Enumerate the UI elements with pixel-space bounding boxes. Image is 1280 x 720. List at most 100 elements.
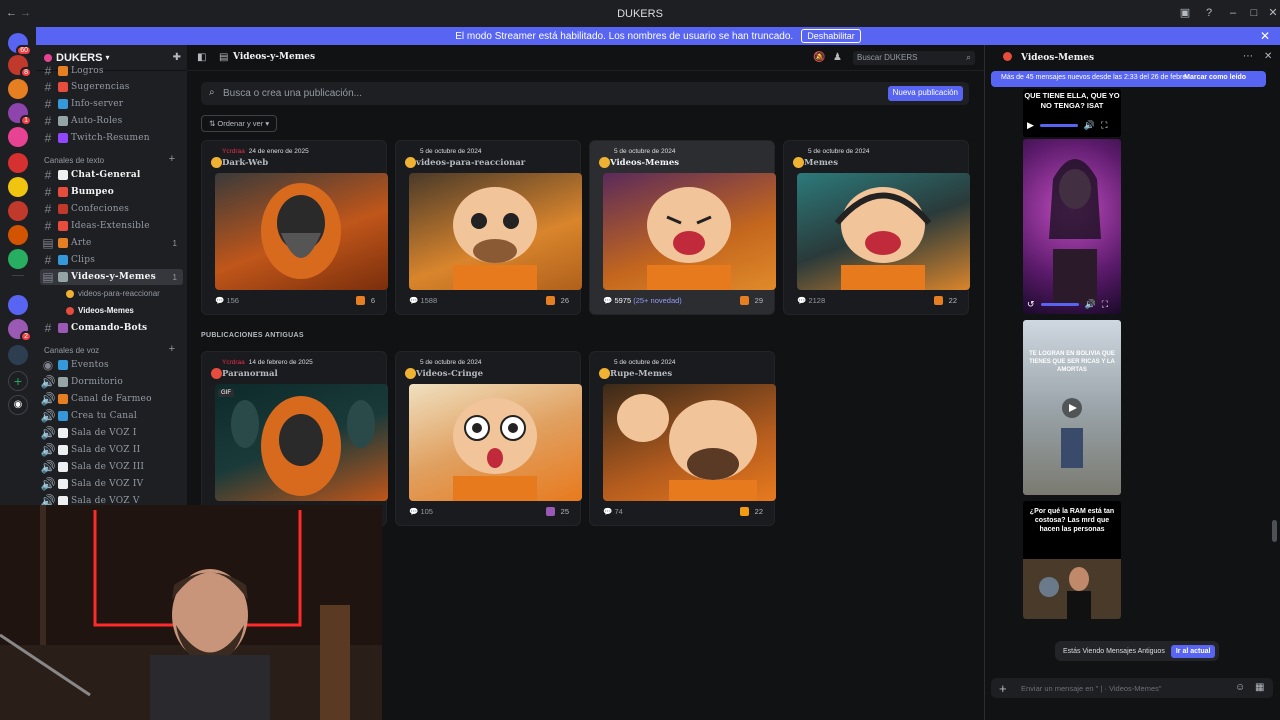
post-thumbnail[interactable] bbox=[409, 384, 582, 501]
maximize-button[interactable]: □ bbox=[1247, 6, 1261, 20]
notification-bell-icon[interactable]: 🔕 bbox=[813, 52, 825, 63]
server-icon[interactable] bbox=[8, 295, 28, 315]
forum-post-card[interactable]: 5 de octubre de 2024 Videos-Cringe 💬 105… bbox=[395, 351, 582, 526]
channel-chat-general[interactable]: # Chat-General bbox=[40, 167, 183, 183]
post-reactions[interactable]: 22 bbox=[933, 296, 957, 305]
replay-icon[interactable]: ↺ bbox=[1027, 299, 1035, 310]
add-server-icon[interactable]: + bbox=[8, 371, 28, 391]
voice-channel[interactable]: 🔊 Dormitorio bbox=[40, 374, 183, 390]
post-thumbnail[interactable] bbox=[215, 173, 388, 290]
add-channel-icon[interactable]: + bbox=[169, 153, 175, 165]
channel-clips[interactable]: # Clips bbox=[40, 252, 183, 268]
post-reactions[interactable]: 29 bbox=[739, 296, 763, 305]
back-arrow-icon[interactable]: ← bbox=[6, 7, 17, 19]
add-friend-icon[interactable]: ✚ bbox=[173, 52, 181, 63]
post-thumbnail[interactable]: GIF bbox=[215, 384, 388, 501]
server-icon[interactable]: 2 bbox=[8, 319, 32, 342]
more-options-icon[interactable]: ⋯ bbox=[1243, 51, 1253, 62]
banner-close-icon[interactable]: ✕ bbox=[1260, 29, 1270, 43]
channel-sugerencias[interactable]: # Sugerencias bbox=[40, 79, 183, 95]
add-channel-icon[interactable]: + bbox=[169, 343, 175, 355]
minimize-button[interactable]: – bbox=[1226, 6, 1240, 20]
thread-videos-para-reaccionar[interactable]: videos-para-reaccionar bbox=[66, 289, 160, 298]
voice-channel[interactable]: 🔊 Canal de Farmeo bbox=[40, 391, 183, 407]
disable-streamer-button[interactable]: Deshabilitar bbox=[801, 29, 861, 43]
discover-icon[interactable]: ◉ bbox=[8, 395, 28, 415]
server-icon[interactable] bbox=[8, 249, 28, 269]
channel-bumpeo[interactable]: # Bumpeo bbox=[40, 184, 183, 200]
home-button[interactable]: 60 bbox=[8, 33, 32, 56]
close-thread-icon[interactable]: ✕ bbox=[1264, 51, 1272, 62]
post-reactions[interactable]: 25 bbox=[545, 507, 569, 516]
video-controls[interactable]: ↺ 🔊 ⛶ bbox=[1027, 299, 1108, 310]
close-window-button[interactable]: ✕ bbox=[1266, 6, 1280, 20]
post-reactions[interactable]: 6 bbox=[355, 296, 375, 305]
video-progress-bar[interactable] bbox=[1039, 124, 1078, 127]
channel-confeciones[interactable]: # Confeciones bbox=[40, 201, 183, 217]
forum-post-card[interactable]: 5 de octubre de 2024 videos-para-reaccio… bbox=[395, 140, 582, 315]
channel-twitch-resumen[interactable]: # Twitch-Resumen bbox=[40, 130, 183, 146]
server-icon[interactable] bbox=[8, 127, 28, 147]
video-progress-bar[interactable] bbox=[1040, 303, 1079, 306]
channel-ideas-extensible[interactable]: # Ideas-Extensible bbox=[40, 218, 183, 234]
voice-channel[interactable]: 🔊 Sala de VOZ II bbox=[40, 442, 183, 458]
mark-read-button[interactable]: Marcar como leído bbox=[1184, 74, 1246, 81]
voice-channel[interactable]: ◉ Eventos bbox=[40, 357, 183, 373]
server-icon[interactable] bbox=[8, 201, 28, 221]
voice-channel[interactable]: 🔊 Sala de VOZ III bbox=[40, 459, 183, 475]
post-thumbnail[interactable] bbox=[603, 384, 776, 501]
thread-videos-memes[interactable]: Videos-Memes bbox=[66, 306, 134, 315]
inbox-icon[interactable]: ▣ bbox=[1178, 6, 1192, 20]
post-thumbnail[interactable] bbox=[603, 173, 776, 290]
forum-post-card[interactable]: 5 de octubre de 2024 Videos-Memes 💬 5975… bbox=[589, 140, 776, 315]
server-search-input[interactable]: Buscar DUKERS ⌕ bbox=[853, 51, 975, 65]
forum-post-card[interactable]: 5 de octubre de 2024 Memes 💬 2128 22 bbox=[783, 140, 970, 315]
channel-auto-roles[interactable]: # Auto-Roles bbox=[40, 113, 183, 129]
category-voice-channels[interactable]: Canales de voz + bbox=[40, 343, 183, 355]
voice-channel[interactable]: 🔊 Sala de VOZ IV bbox=[40, 476, 183, 492]
channel-info-server[interactable]: # Info-server bbox=[40, 96, 183, 112]
post-reactions[interactable]: 22 bbox=[739, 507, 763, 516]
message-composer[interactable]: + Enviar un mensaje en " | · Videos-Meme… bbox=[991, 678, 1273, 698]
video-controls[interactable]: ▶ 🔊 ⛶ bbox=[1027, 120, 1107, 131]
volume-icon[interactable]: 🔊 bbox=[1085, 299, 1096, 310]
play-icon[interactable]: ▶ bbox=[1027, 120, 1034, 131]
server-icon[interactable] bbox=[8, 79, 28, 99]
channel-logros[interactable]: # Logros bbox=[40, 63, 183, 79]
scrollbar-thumb[interactable] bbox=[1272, 520, 1277, 542]
fullscreen-icon[interactable]: ⛶ bbox=[1102, 299, 1108, 310]
forum-search-input[interactable]: ⌕ Busca o crea una publicación... Nueva … bbox=[201, 82, 969, 105]
forum-post-card[interactable]: Ycrdraa 14 de febrero de 2025 Paranormal … bbox=[201, 351, 388, 526]
server-icon[interactable]: 1 bbox=[8, 103, 32, 126]
post-thumbnail[interactable] bbox=[797, 173, 970, 290]
category-text-channels[interactable]: Canales de texto + bbox=[40, 153, 183, 165]
threads-icon[interactable]: ◧ bbox=[197, 52, 206, 63]
post-reactions[interactable]: 26 bbox=[545, 296, 569, 305]
server-icon[interactable] bbox=[8, 345, 28, 365]
new-messages-bar[interactable]: Más de 45 mensajes nuevos desde las 2:33… bbox=[991, 71, 1266, 87]
emoji-icon[interactable]: ☺ bbox=[1235, 682, 1245, 693]
video-thumbnail[interactable]: TE LOGRAN EN BOLIVIA QUE TIENES QUE SER … bbox=[1023, 320, 1121, 495]
members-icon[interactable]: ♟ bbox=[833, 52, 842, 63]
volume-icon[interactable]: 🔊 bbox=[1084, 120, 1095, 131]
sort-and-view-button[interactable]: ⇅ Ordenar y ver ▾ bbox=[201, 115, 278, 132]
add-attachment-icon[interactable]: + bbox=[999, 681, 1007, 696]
forum-post-card[interactable]: Ycrdraa 24 de enero de 2025 Dark-Web 💬 15… bbox=[201, 140, 388, 315]
voice-channel[interactable]: 🔊 Crea tu Canal bbox=[40, 408, 183, 424]
voice-channel[interactable]: 🔊 Sala de VOZ I bbox=[40, 425, 183, 441]
video-thumbnail[interactable] bbox=[1023, 139, 1121, 314]
fullscreen-icon[interactable]: ⛶ bbox=[1101, 120, 1107, 131]
apps-icon[interactable]: ▦ bbox=[1255, 682, 1264, 693]
server-icon[interactable] bbox=[8, 225, 28, 245]
server-icon[interactable] bbox=[8, 153, 28, 173]
help-icon[interactable]: ? bbox=[1202, 6, 1216, 20]
jump-to-present-button[interactable]: Ir al actual bbox=[1170, 644, 1216, 658]
server-icon[interactable]: 8 bbox=[8, 55, 32, 78]
post-thumbnail[interactable] bbox=[409, 173, 582, 290]
forward-arrow-icon[interactable]: → bbox=[20, 7, 31, 19]
channel-comando-bots[interactable]: # Comando-Bots bbox=[40, 320, 183, 336]
forum-post-card[interactable]: 5 de octubre de 2024 Rupe-Memes 💬 74 22 bbox=[589, 351, 776, 526]
channel-arte[interactable]: ▤ Arte 1 bbox=[40, 235, 183, 251]
new-post-button[interactable]: Nueva publicación bbox=[887, 86, 963, 101]
channel-videos-y-memes[interactable]: ▤ Videos-y-Memes 1 bbox=[40, 269, 183, 285]
